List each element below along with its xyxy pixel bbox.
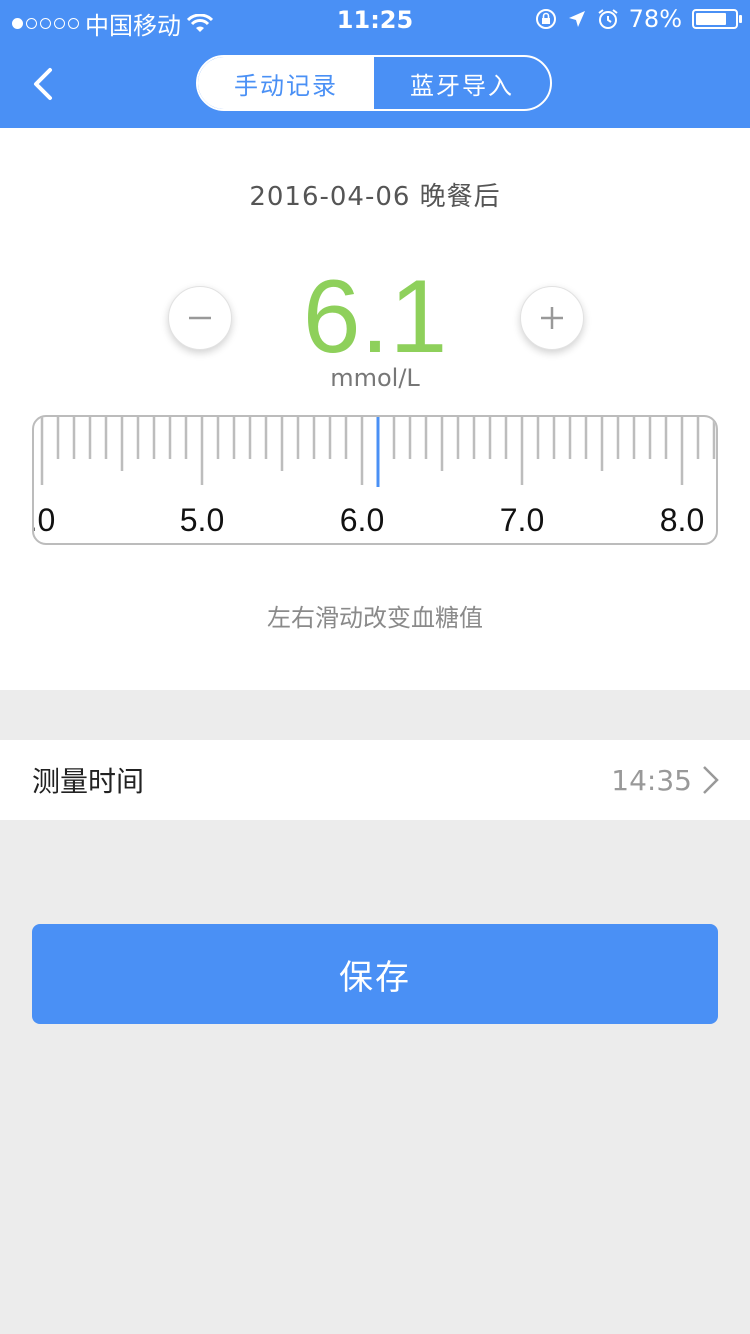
- measure-time-row[interactable]: 测量时间 14:35: [0, 740, 750, 820]
- record-mode-switch: 手动记录 蓝牙导入: [196, 55, 552, 111]
- status-right: 78%: [535, 5, 742, 33]
- header-bar: 中国移动 11:25 78% 手动记录 蓝牙导入: [0, 0, 750, 128]
- measure-time-label: 测量时间: [32, 765, 145, 798]
- status-bar: 中国移动 11:25 78%: [0, 0, 750, 40]
- ruler-label: 6.0: [340, 502, 384, 538]
- reading-card: 2016-04-06 晚餐后 6.1 mmol/L .0 5.0 6.0 7.0 8.0…: [0, 128, 750, 690]
- tab-manual-record[interactable]: 手动记录: [198, 57, 374, 109]
- measure-time-value: 14:35: [611, 763, 692, 797]
- value-display: 6.1 mmol/L: [0, 259, 750, 398]
- back-arrow-icon[interactable]: [26, 64, 66, 104]
- save-button[interactable]: 保存: [32, 924, 718, 1024]
- ruler-label: 8.0: [660, 502, 704, 538]
- ruler-label: 7.0: [500, 502, 544, 538]
- alarm-icon: [598, 9, 618, 29]
- location-arrow-icon: [568, 11, 585, 27]
- tab-bluetooth-import[interactable]: 蓝牙导入: [374, 57, 550, 109]
- glucose-unit: mmol/L: [330, 364, 420, 392]
- battery-percent: 78%: [628, 5, 682, 33]
- rotation-lock-icon: [535, 9, 556, 29]
- increase-button[interactable]: [520, 286, 584, 350]
- battery-icon: [692, 9, 742, 29]
- ruler-label: 5.0: [180, 502, 224, 538]
- ruler-label: .0: [34, 502, 55, 538]
- glucose-value: 6.1: [302, 259, 448, 375]
- chevron-right-icon: [703, 766, 719, 794]
- plus-icon: [541, 307, 563, 329]
- slide-hint: 左右滑动改变血糖值: [267, 604, 483, 632]
- date-meal-label: 2016-04-06 晚餐后: [249, 182, 501, 212]
- value-ruler-slider[interactable]: .0 5.0 6.0 7.0 8.0: [32, 415, 718, 545]
